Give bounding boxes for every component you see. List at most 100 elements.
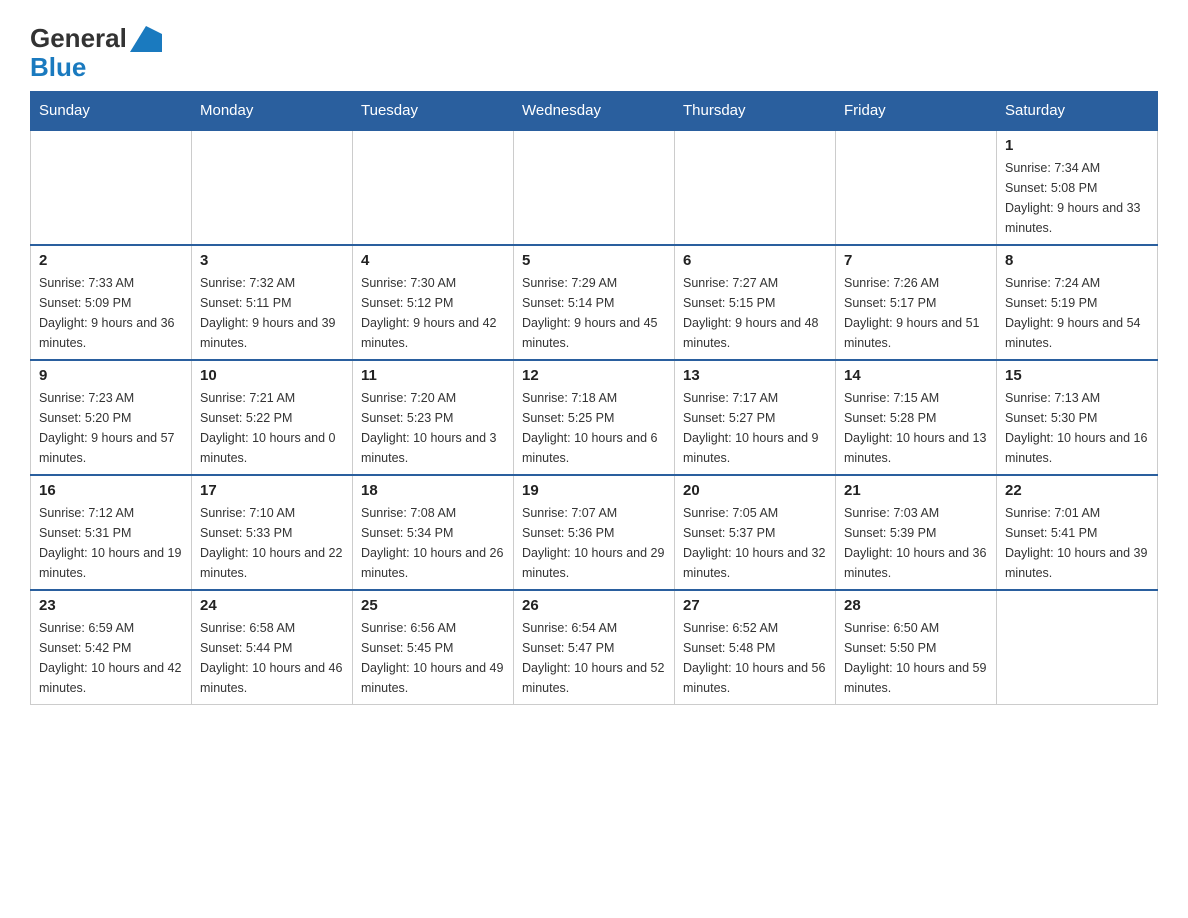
logo: General Blue [30, 24, 162, 81]
day-number: 21 [844, 482, 988, 499]
calendar-cell [836, 130, 997, 245]
day-number: 12 [522, 367, 666, 384]
day-info: Sunrise: 7:17 AM Sunset: 5:27 PM Dayligh… [683, 388, 827, 468]
day-number: 26 [522, 597, 666, 614]
calendar-week-5: 23 Sunrise: 6:59 AM Sunset: 5:42 PM Dayli… [31, 590, 1158, 705]
calendar-week-1: 1 Sunrise: 7:34 AM Sunset: 5:08 PM Daylig… [31, 130, 1158, 245]
calendar-week-3: 9 Sunrise: 7:23 AM Sunset: 5:20 PM Daylig… [31, 360, 1158, 475]
weekday-header-wednesday: Wednesday [514, 92, 675, 131]
day-number: 3 [200, 252, 344, 269]
day-info: Sunrise: 7:34 AM Sunset: 5:08 PM Dayligh… [1005, 158, 1149, 238]
calendar-cell: 27 Sunrise: 6:52 AM Sunset: 5:48 PM Dayli… [675, 590, 836, 705]
day-info: Sunrise: 6:59 AM Sunset: 5:42 PM Dayligh… [39, 618, 183, 698]
calendar-cell: 3 Sunrise: 7:32 AM Sunset: 5:11 PM Daylig… [192, 245, 353, 360]
day-info: Sunrise: 7:10 AM Sunset: 5:33 PM Dayligh… [200, 503, 344, 583]
calendar-cell: 10 Sunrise: 7:21 AM Sunset: 5:22 PM Dayli… [192, 360, 353, 475]
calendar-cell [997, 590, 1158, 705]
day-number: 22 [1005, 482, 1149, 499]
day-number: 17 [200, 482, 344, 499]
logo-general-text: General [30, 24, 127, 53]
calendar-cell: 7 Sunrise: 7:26 AM Sunset: 5:17 PM Daylig… [836, 245, 997, 360]
day-info: Sunrise: 7:29 AM Sunset: 5:14 PM Dayligh… [522, 273, 666, 353]
page-header: General Blue [30, 24, 1158, 81]
calendar-cell: 4 Sunrise: 7:30 AM Sunset: 5:12 PM Daylig… [353, 245, 514, 360]
day-info: Sunrise: 7:32 AM Sunset: 5:11 PM Dayligh… [200, 273, 344, 353]
calendar-cell: 21 Sunrise: 7:03 AM Sunset: 5:39 PM Dayli… [836, 475, 997, 590]
day-info: Sunrise: 7:12 AM Sunset: 5:31 PM Dayligh… [39, 503, 183, 583]
calendar-table: SundayMondayTuesdayWednesdayThursdayFrid… [30, 91, 1158, 705]
logo-icon [130, 26, 162, 52]
day-info: Sunrise: 7:21 AM Sunset: 5:22 PM Dayligh… [200, 388, 344, 468]
weekday-header-tuesday: Tuesday [353, 92, 514, 131]
weekday-header-sunday: Sunday [31, 92, 192, 131]
day-info: Sunrise: 6:56 AM Sunset: 5:45 PM Dayligh… [361, 618, 505, 698]
calendar-week-2: 2 Sunrise: 7:33 AM Sunset: 5:09 PM Daylig… [31, 245, 1158, 360]
day-number: 28 [844, 597, 988, 614]
day-info: Sunrise: 7:23 AM Sunset: 5:20 PM Dayligh… [39, 388, 183, 468]
calendar-cell: 18 Sunrise: 7:08 AM Sunset: 5:34 PM Dayli… [353, 475, 514, 590]
calendar-cell [31, 130, 192, 245]
weekday-header-saturday: Saturday [997, 92, 1158, 131]
calendar-cell: 25 Sunrise: 6:56 AM Sunset: 5:45 PM Dayli… [353, 590, 514, 705]
day-number: 10 [200, 367, 344, 384]
day-info: Sunrise: 7:08 AM Sunset: 5:34 PM Dayligh… [361, 503, 505, 583]
day-info: Sunrise: 7:18 AM Sunset: 5:25 PM Dayligh… [522, 388, 666, 468]
calendar-cell: 28Sunrise: 6:50 AM Sunset: 5:50 PM Dayli… [836, 590, 997, 705]
calendar-cell [353, 130, 514, 245]
calendar-cell: 12 Sunrise: 7:18 AM Sunset: 5:25 PM Dayli… [514, 360, 675, 475]
day-number: 6 [683, 252, 827, 269]
calendar-cell: 15Sunrise: 7:13 AM Sunset: 5:30 PM Dayli… [997, 360, 1158, 475]
calendar-cell: 5 Sunrise: 7:29 AM Sunset: 5:14 PM Daylig… [514, 245, 675, 360]
calendar-cell: 22 Sunrise: 7:01 AM Sunset: 5:41 PM Dayli… [997, 475, 1158, 590]
day-number: 27 [683, 597, 827, 614]
day-info: Sunrise: 7:05 AM Sunset: 5:37 PM Dayligh… [683, 503, 827, 583]
calendar-cell: 17 Sunrise: 7:10 AM Sunset: 5:33 PM Dayli… [192, 475, 353, 590]
day-info: Sunrise: 7:26 AM Sunset: 5:17 PM Dayligh… [844, 273, 988, 353]
day-number: 15 [1005, 367, 1149, 384]
day-info: Sunrise: 7:24 AM Sunset: 5:19 PM Dayligh… [1005, 273, 1149, 353]
day-info: Sunrise: 6:52 AM Sunset: 5:48 PM Dayligh… [683, 618, 827, 698]
calendar-cell: 24 Sunrise: 6:58 AM Sunset: 5:44 PM Dayli… [192, 590, 353, 705]
calendar-cell: 2 Sunrise: 7:33 AM Sunset: 5:09 PM Daylig… [31, 245, 192, 360]
day-number: 20 [683, 482, 827, 499]
calendar-cell: 6 Sunrise: 7:27 AM Sunset: 5:15 PM Daylig… [675, 245, 836, 360]
calendar-week-4: 16Sunrise: 7:12 AM Sunset: 5:31 PM Dayli… [31, 475, 1158, 590]
calendar-cell: 26 Sunrise: 6:54 AM Sunset: 5:47 PM Dayli… [514, 590, 675, 705]
day-number: 5 [522, 252, 666, 269]
day-number: 7 [844, 252, 988, 269]
calendar-cell: 13 Sunrise: 7:17 AM Sunset: 5:27 PM Dayli… [675, 360, 836, 475]
day-number: 9 [39, 367, 183, 384]
calendar-cell: 19 Sunrise: 7:07 AM Sunset: 5:36 PM Dayli… [514, 475, 675, 590]
day-number: 19 [522, 482, 666, 499]
calendar-cell [514, 130, 675, 245]
calendar-cell: 16Sunrise: 7:12 AM Sunset: 5:31 PM Dayli… [31, 475, 192, 590]
calendar-cell: 14 Sunrise: 7:15 AM Sunset: 5:28 PM Dayli… [836, 360, 997, 475]
calendar-cell [675, 130, 836, 245]
day-number: 13 [683, 367, 827, 384]
day-info: Sunrise: 7:01 AM Sunset: 5:41 PM Dayligh… [1005, 503, 1149, 583]
calendar-cell: 20 Sunrise: 7:05 AM Sunset: 5:37 PM Dayli… [675, 475, 836, 590]
day-number: 1 [1005, 137, 1149, 154]
day-info: Sunrise: 7:33 AM Sunset: 5:09 PM Dayligh… [39, 273, 183, 353]
calendar-cell: 8Sunrise: 7:24 AM Sunset: 5:19 PM Daylig… [997, 245, 1158, 360]
calendar-cell: 9 Sunrise: 7:23 AM Sunset: 5:20 PM Daylig… [31, 360, 192, 475]
day-number: 25 [361, 597, 505, 614]
day-number: 11 [361, 367, 505, 384]
day-info: Sunrise: 7:07 AM Sunset: 5:36 PM Dayligh… [522, 503, 666, 583]
day-info: Sunrise: 6:54 AM Sunset: 5:47 PM Dayligh… [522, 618, 666, 698]
day-number: 18 [361, 482, 505, 499]
logo-blue-text: Blue [30, 53, 86, 82]
day-info: Sunrise: 7:03 AM Sunset: 5:39 PM Dayligh… [844, 503, 988, 583]
weekday-header-friday: Friday [836, 92, 997, 131]
day-number: 4 [361, 252, 505, 269]
day-info: Sunrise: 6:58 AM Sunset: 5:44 PM Dayligh… [200, 618, 344, 698]
day-number: 14 [844, 367, 988, 384]
calendar-header-row: SundayMondayTuesdayWednesdayThursdayFrid… [31, 92, 1158, 131]
day-info: Sunrise: 7:15 AM Sunset: 5:28 PM Dayligh… [844, 388, 988, 468]
weekday-header-monday: Monday [192, 92, 353, 131]
day-info: Sunrise: 7:30 AM Sunset: 5:12 PM Dayligh… [361, 273, 505, 353]
day-info: Sunrise: 7:27 AM Sunset: 5:15 PM Dayligh… [683, 273, 827, 353]
day-number: 2 [39, 252, 183, 269]
day-number: 23 [39, 597, 183, 614]
day-number: 24 [200, 597, 344, 614]
